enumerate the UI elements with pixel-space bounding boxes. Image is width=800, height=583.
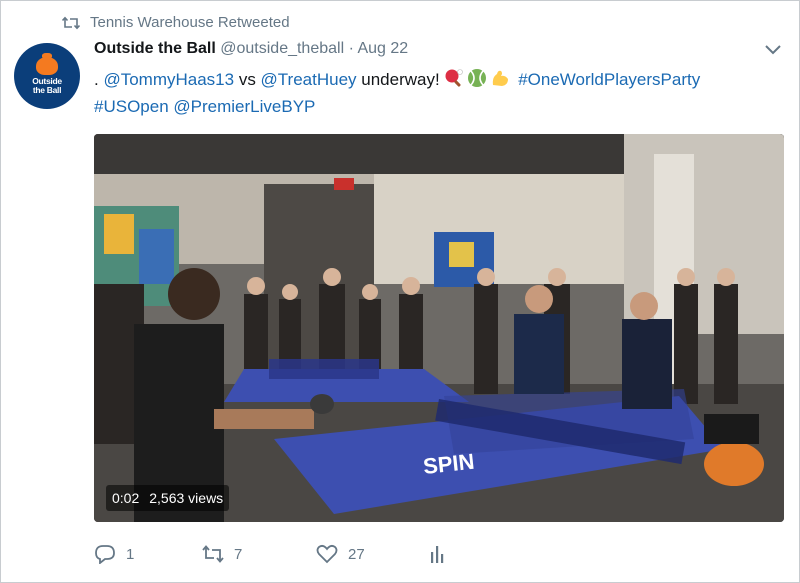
video-timestamp: 0:02 bbox=[112, 490, 140, 506]
flexed-biceps-emoji-icon bbox=[493, 70, 509, 86]
analytics-button[interactable] bbox=[426, 540, 448, 568]
mention-link[interactable]: @PremierLiveBYP bbox=[173, 97, 315, 116]
chevron-down-icon[interactable] bbox=[764, 44, 782, 56]
retweet-icon bbox=[62, 16, 80, 29]
logo-ball-icon bbox=[36, 53, 58, 75]
retweet-icon bbox=[202, 545, 224, 563]
table-brand-text: SPIN bbox=[422, 449, 476, 479]
retweet-context[interactable]: Tennis Warehouse Retweeted bbox=[62, 14, 290, 31]
action-bar: 1 7 27 bbox=[94, 540, 494, 570]
video-frame: SPIN bbox=[94, 134, 784, 522]
tennis-ball-emoji-icon bbox=[468, 69, 487, 87]
reply-button[interactable]: 1 bbox=[94, 540, 134, 568]
retweet-label[interactable]: Tennis Warehouse Retweeted bbox=[90, 14, 290, 31]
reply-count: 1 bbox=[126, 545, 135, 563]
tweet-date[interactable]: Aug 22 bbox=[357, 40, 408, 57]
mention-link[interactable]: @TommyHaas13 bbox=[103, 70, 234, 89]
tweet-text: . @TommyHaas13 vs @TreatHuey underway! #… bbox=[94, 66, 784, 120]
ping-pong-emoji-icon bbox=[445, 69, 464, 87]
text-underway: underway! bbox=[356, 70, 440, 89]
header-separator: · bbox=[348, 40, 354, 57]
analytics-icon bbox=[431, 546, 444, 563]
hashtag-link[interactable]: #OneWorldPlayersParty bbox=[518, 70, 700, 89]
avatar-logo-line2: the Ball bbox=[32, 85, 62, 95]
avatar[interactable]: Outside the Ball bbox=[14, 43, 80, 109]
like-button[interactable]: 27 bbox=[316, 540, 365, 568]
video-views: 2,563 views bbox=[149, 490, 224, 506]
author-name[interactable]: Outside the Ball bbox=[94, 40, 216, 57]
text-vs: vs bbox=[234, 70, 261, 89]
hashtag-link[interactable]: #USOpen bbox=[94, 97, 169, 116]
tweet-header: Outside the Ball @outside_theball · Aug … bbox=[94, 40, 408, 58]
retweet-button[interactable]: 7 bbox=[202, 540, 242, 568]
tweet-video[interactable]: SPIN bbox=[94, 134, 784, 522]
heart-icon bbox=[316, 544, 338, 564]
video-meta: 0:02 2,563 views bbox=[106, 485, 230, 511]
author-handle[interactable]: @outside_theball bbox=[220, 40, 344, 57]
mention-link[interactable]: @TreatHuey bbox=[261, 70, 357, 89]
like-count: 27 bbox=[348, 545, 365, 563]
retweet-count: 7 bbox=[234, 545, 243, 563]
reply-icon bbox=[95, 545, 115, 564]
